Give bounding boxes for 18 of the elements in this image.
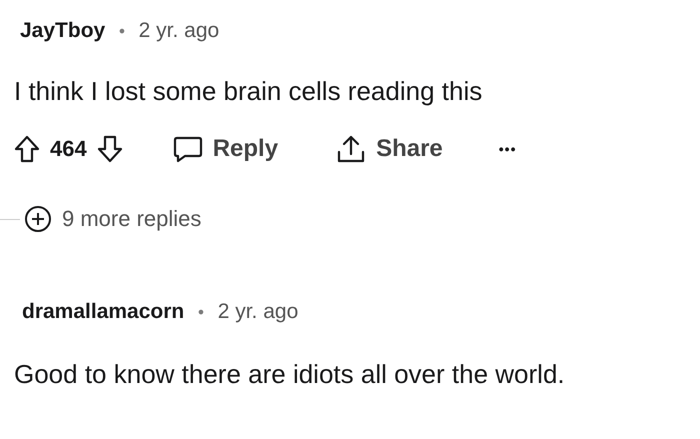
separator-dot: • bbox=[196, 302, 206, 322]
vote-count: 464 bbox=[50, 136, 87, 162]
username[interactable]: JayTboy bbox=[20, 19, 106, 43]
username[interactable]: dramallamacorn bbox=[22, 300, 184, 324]
upvote-icon[interactable] bbox=[14, 135, 40, 163]
share-icon bbox=[336, 134, 366, 164]
more-replies-link[interactable]: 9 more replies bbox=[62, 206, 202, 232]
separator-dot: • bbox=[117, 22, 127, 40]
timestamp: 2 yr. ago bbox=[138, 19, 220, 43]
more-options-button[interactable]: ••• bbox=[490, 137, 524, 161]
expand-icon[interactable] bbox=[24, 205, 52, 233]
share-button[interactable]: Share bbox=[328, 130, 451, 168]
comment-text: Good to know there are idiots all over the world. bbox=[14, 359, 566, 390]
comment-text: I think I lost some brain cells reading this bbox=[14, 76, 484, 107]
reply-button[interactable]: Reply bbox=[164, 131, 286, 167]
downvote-icon[interactable] bbox=[96, 135, 123, 163]
speech-bubble-icon bbox=[172, 135, 203, 163]
timestamp: 2 yr. ago bbox=[218, 300, 298, 324]
